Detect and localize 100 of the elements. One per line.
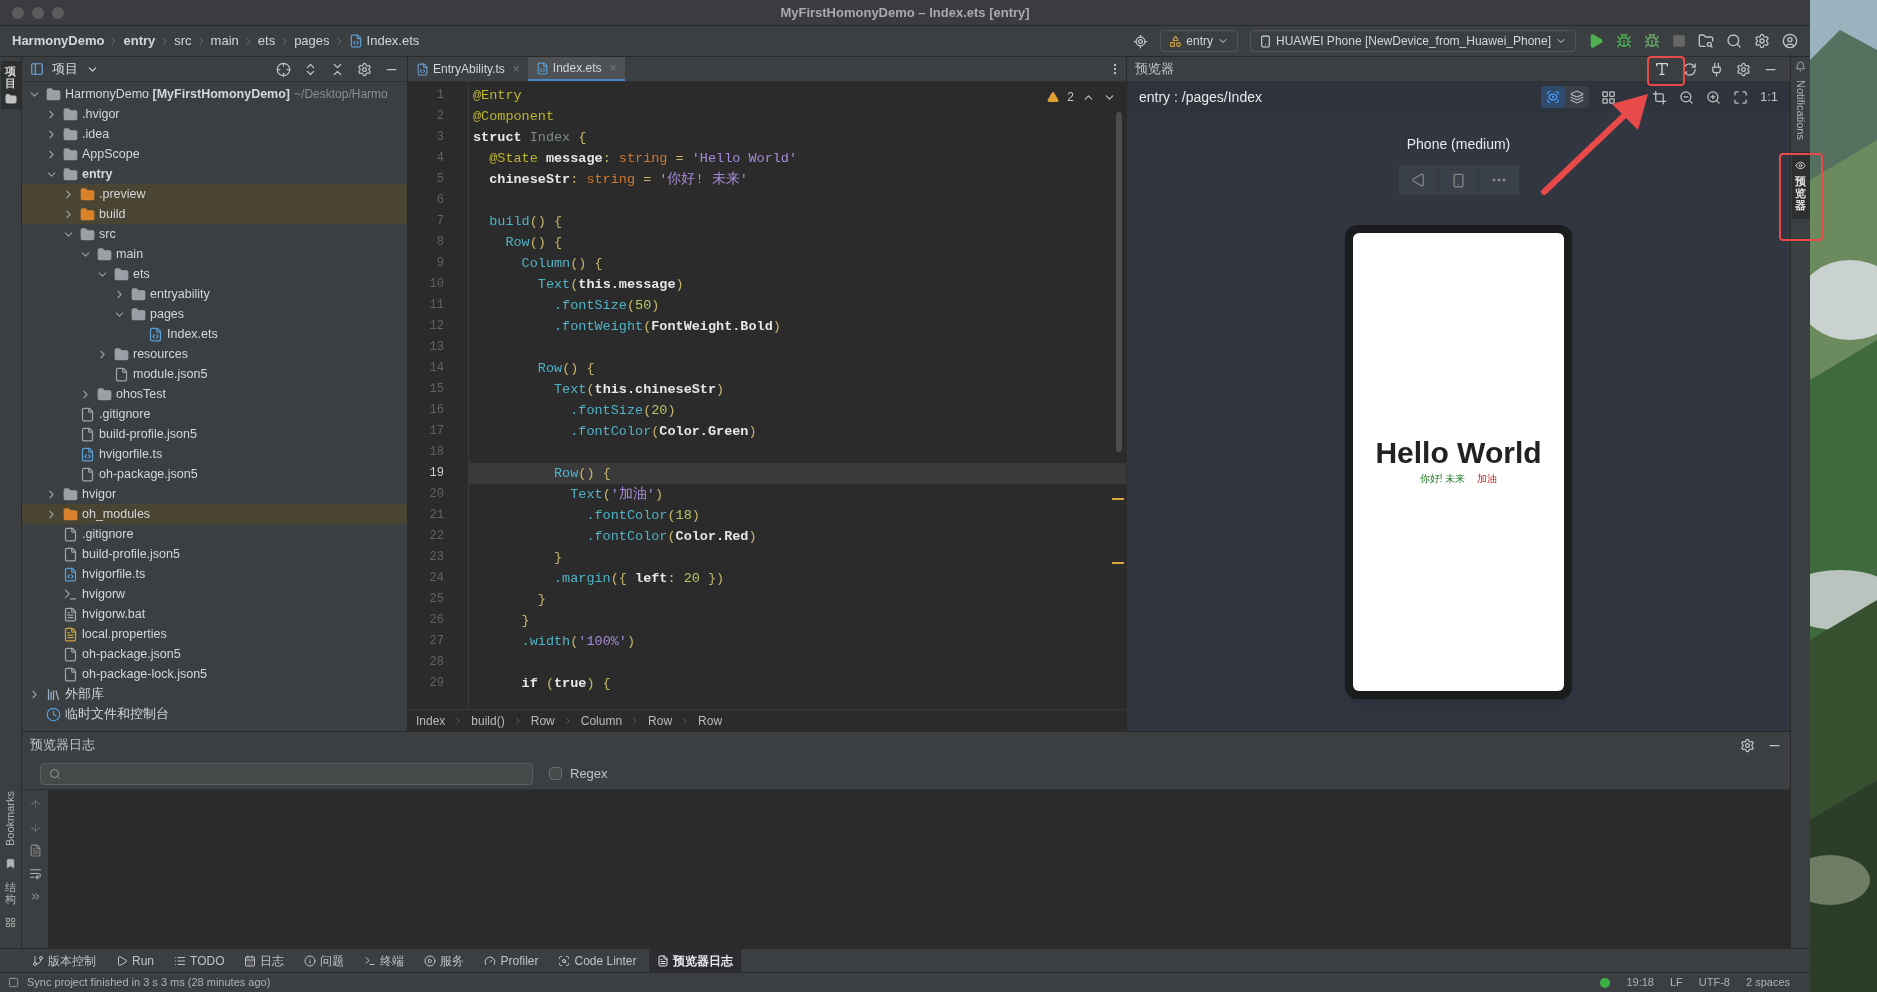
- tree-item[interactable]: hvigorfile.ts: [82, 564, 146, 584]
- tool-window-tab[interactable]: 日志: [236, 948, 293, 973]
- tool-window-tab[interactable]: Run: [108, 948, 162, 973]
- indent-setting[interactable]: 2 spaces: [1745, 974, 1790, 991]
- tree-item[interactable]: ohosTest: [116, 384, 167, 404]
- tool-window-tab[interactable]: 服务: [416, 948, 473, 973]
- tree-item[interactable]: oh-package.json5: [82, 644, 181, 664]
- crop-icon[interactable]: [1651, 89, 1667, 105]
- tree-item[interactable]: oh-package.json5: [99, 464, 198, 484]
- tree-item[interactable]: module.json5: [133, 364, 208, 384]
- tree-item[interactable]: AppScope: [82, 144, 140, 164]
- tree-item[interactable]: pages: [150, 304, 185, 324]
- tree-item[interactable]: oh-package-lock.json5: [82, 664, 208, 684]
- tree-item[interactable]: resources: [133, 344, 188, 364]
- breadcrumb-item[interactable]: main: [210, 31, 239, 51]
- tree-item[interactable]: build: [99, 204, 126, 224]
- code-breadcrumb[interactable]: Row: [530, 711, 555, 730]
- bell-icon[interactable]: [1795, 61, 1806, 72]
- folder-icon[interactable]: [1698, 33, 1714, 49]
- inspector-toggle[interactable]: [1540, 86, 1565, 108]
- run-icon[interactable]: [1588, 33, 1604, 49]
- tree-item[interactable]: main: [116, 244, 144, 264]
- settings-icon[interactable]: [357, 61, 372, 77]
- bookmarks-tab[interactable]: Bookmarks: [2, 790, 19, 846]
- tool-window-tab[interactable]: Code Linter: [550, 948, 645, 973]
- grid-icon[interactable]: [1600, 89, 1616, 105]
- plug-icon[interactable]: [1709, 61, 1724, 77]
- editor-tab[interactable]: Index.ets: [552, 59, 602, 77]
- bookmark-icon[interactable]: [5, 857, 16, 869]
- tree-item[interactable]: hvigor: [82, 484, 117, 504]
- tree-item[interactable]: HarmonyDemo [MyFirstHomonyDemo]: [65, 84, 291, 104]
- structure-tab[interactable]: 结构: [5, 880, 16, 905]
- tool-window-tab[interactable]: TODO: [166, 948, 233, 973]
- settings-icon[interactable]: [1736, 61, 1751, 77]
- warning-marker[interactable]: [1112, 562, 1124, 564]
- editor-tab[interactable]: EntryAbility.ts: [433, 60, 505, 78]
- code-breadcrumb[interactable]: Column: [580, 711, 623, 730]
- tree-item[interactable]: build-profile.json5: [99, 424, 197, 444]
- regex-checkbox[interactable]: [549, 767, 562, 780]
- refresh-icon[interactable]: [1682, 61, 1697, 77]
- settings-icon[interactable]: [1754, 33, 1770, 49]
- fit-screen-icon[interactable]: [1732, 89, 1748, 105]
- text-size-icon[interactable]: [1654, 61, 1670, 77]
- search-icon[interactable]: [1726, 33, 1742, 49]
- folder-icon[interactable]: [4, 93, 17, 106]
- tool-window-tab[interactable]: Profiler: [476, 948, 547, 973]
- tree-item[interactable]: local.properties: [82, 624, 167, 644]
- tool-window-tab[interactable]: 问题: [296, 948, 353, 973]
- code-breadcrumb[interactable]: Index: [416, 711, 446, 730]
- tree-item[interactable]: hvigorfile.ts: [99, 444, 163, 464]
- tool-window-tab[interactable]: 版本控制: [24, 948, 104, 973]
- line-ending[interactable]: LF: [1669, 974, 1683, 991]
- notifications-tab[interactable]: Notifications: [1792, 80, 1809, 140]
- tree-item[interactable]: Index.ets: [167, 324, 218, 344]
- tree-item[interactable]: build-profile.json5: [82, 544, 180, 564]
- tree-item[interactable]: .gitignore: [99, 404, 151, 424]
- tree-item[interactable]: entryability: [150, 284, 210, 304]
- breadcrumb-item[interactable]: entry: [123, 31, 156, 51]
- zoom-in-icon[interactable]: [1705, 89, 1721, 105]
- tree-item[interactable]: src: [99, 224, 116, 244]
- device-dropdown[interactable]: HUAWEI Phone [NewDevice_from_Huawei_Phone]: [1250, 30, 1576, 52]
- warning-marker[interactable]: [1112, 498, 1124, 500]
- breadcrumb-item[interactable]: ets: [257, 31, 276, 51]
- actual-size-button[interactable]: 1:1: [1759, 87, 1778, 107]
- panel-toggle-icon[interactable]: [8, 977, 19, 988]
- tree-item[interactable]: .idea: [82, 124, 110, 144]
- file-encoding[interactable]: UTF-8: [1698, 974, 1730, 991]
- code-breadcrumb[interactable]: Row: [698, 711, 723, 730]
- bug-icon[interactable]: [1644, 33, 1660, 49]
- wrap-icon[interactable]: [28, 867, 42, 880]
- warning-count[interactable]: 2: [1067, 88, 1074, 106]
- tree-item[interactable]: .gitignore: [82, 524, 134, 544]
- code-breadcrumb[interactable]: build(): [471, 711, 505, 730]
- settings-icon[interactable]: [1740, 737, 1755, 753]
- tree-item[interactable]: hvigorw.bat: [82, 604, 146, 624]
- document-icon[interactable]: [28, 844, 42, 857]
- zoom-out-icon[interactable]: [1678, 89, 1694, 105]
- debug-icon[interactable]: [1616, 33, 1632, 49]
- account-icon[interactable]: [1782, 33, 1798, 49]
- tree-item[interactable]: oh_modules: [82, 504, 151, 524]
- module-dropdown[interactable]: entry: [1160, 30, 1238, 52]
- project-view-dropdown[interactable]: 项目: [30, 59, 99, 79]
- tool-window-tab[interactable]: 预览器日志: [648, 948, 741, 973]
- tree-item[interactable]: 外部库: [65, 684, 104, 704]
- tool-window-tab[interactable]: 终端: [356, 948, 413, 973]
- breadcrumb-item[interactable]: src: [174, 31, 192, 51]
- scrollbar-thumb[interactable]: [1116, 112, 1122, 452]
- target-icon[interactable]: [1133, 33, 1149, 49]
- structure-icon[interactable]: [5, 917, 16, 928]
- breadcrumb-item[interactable]: Index.ets: [366, 31, 420, 51]
- code-breadcrumb[interactable]: Row: [648, 711, 673, 730]
- breadcrumb-item[interactable]: pages: [294, 31, 330, 51]
- cursor-position[interactable]: 19:18: [1626, 974, 1654, 991]
- search-field[interactable]: [40, 762, 533, 785]
- tree-item[interactable]: entry: [82, 164, 113, 184]
- breadcrumb-item[interactable]: HarmonyDemo: [12, 31, 105, 51]
- eye-icon[interactable]: [1795, 159, 1806, 171]
- tree-item[interactable]: .hvigor: [82, 104, 120, 124]
- tree-item[interactable]: ets: [133, 264, 150, 284]
- crosshair-icon[interactable]: [276, 61, 291, 77]
